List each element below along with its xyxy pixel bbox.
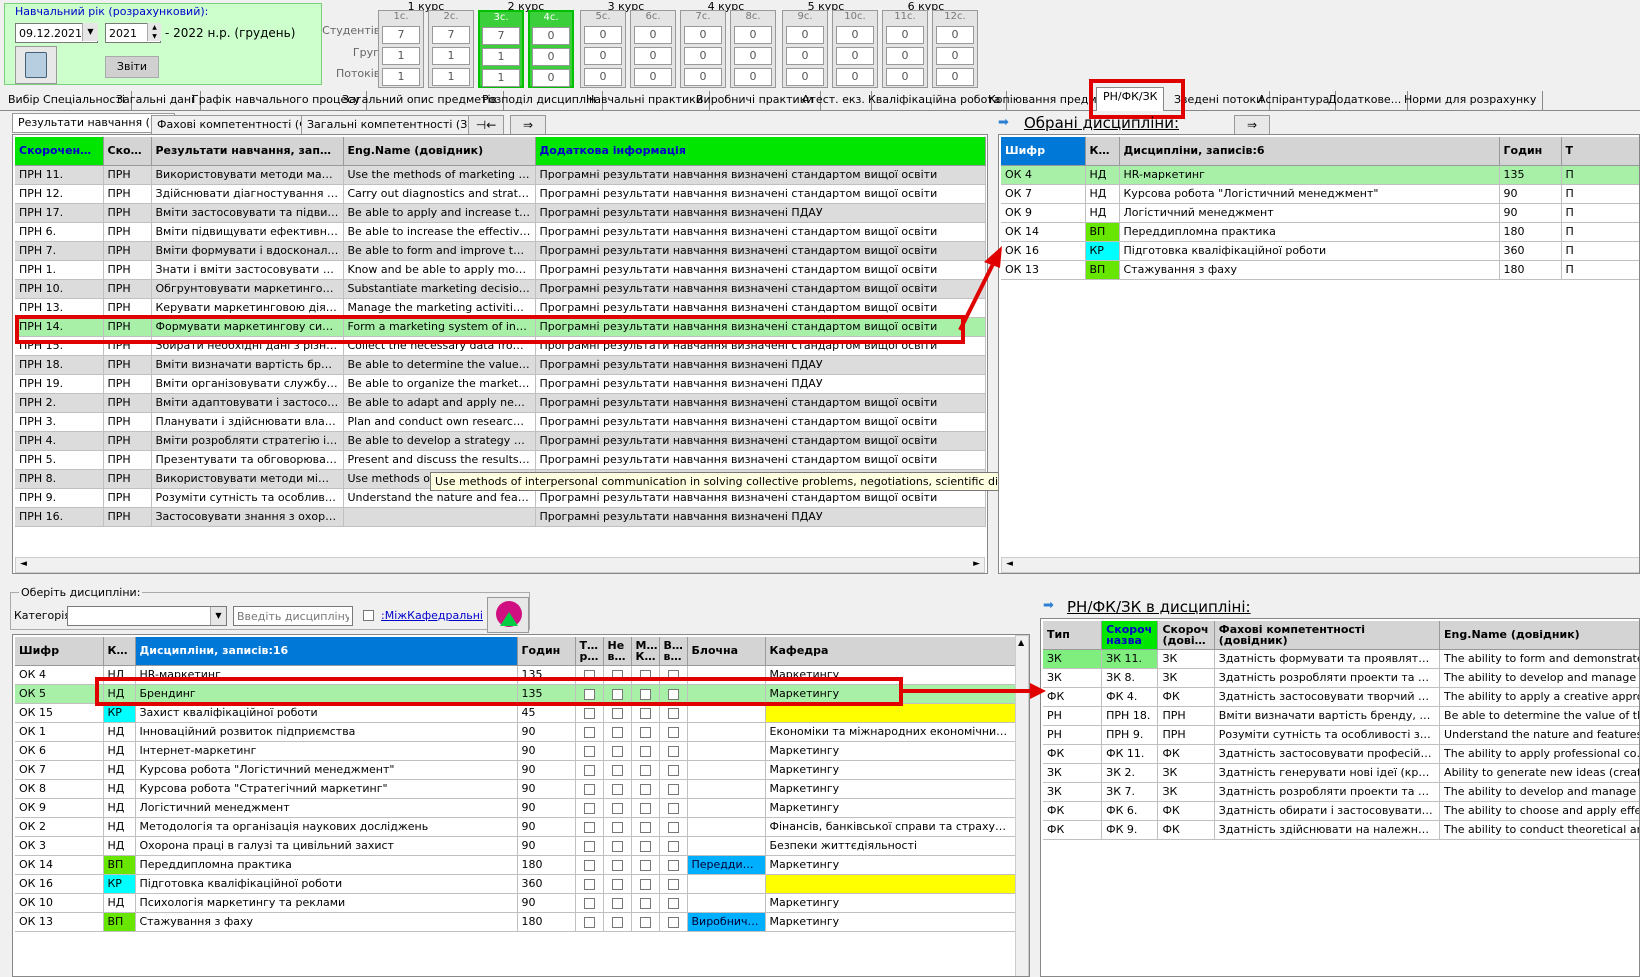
arrow-head-lower bbox=[1030, 683, 1046, 699]
arrow-line-upper bbox=[958, 257, 998, 331]
arrow-head-upper bbox=[984, 246, 1002, 268]
annotation-arrows bbox=[903, 246, 1046, 699]
